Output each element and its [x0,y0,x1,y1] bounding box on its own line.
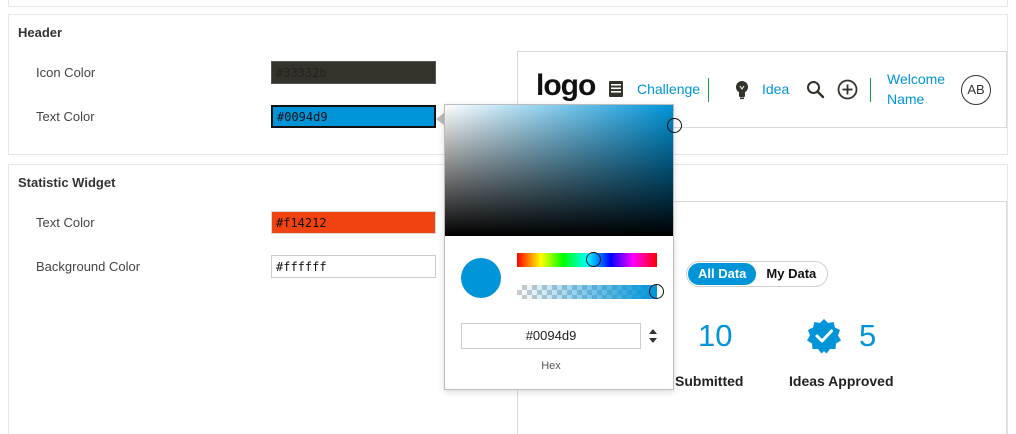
toggle-all-data[interactable]: All Data [688,263,757,285]
saturation-value-area[interactable] [445,105,673,236]
saturation-handle[interactable] [667,118,682,133]
alpha-slider[interactable] [517,285,657,299]
header-section-title: Header [18,25,63,40]
hue-handle[interactable] [586,252,601,267]
alpha-handle[interactable] [649,284,664,299]
verified-badge-icon [806,318,842,354]
icon-color-label: Icon Color [36,65,96,80]
stat-text-color-input[interactable]: #f14212 [271,211,436,234]
stat-text-color-label: Text Color [36,215,95,230]
stat-submitted-label: Submitted [675,373,744,389]
user-name-text[interactable]: Name [887,91,924,107]
nav-separator [870,78,871,102]
welcome-text[interactable]: Welcome [887,71,945,87]
add-circle-icon[interactable] [837,79,858,100]
hex-label: Hex [541,360,561,372]
idea-link[interactable]: Idea [762,81,789,97]
nav-separator [708,78,709,102]
icon-color-input[interactable]: #33332b [271,61,436,84]
lightbulb-icon[interactable] [734,80,750,100]
logo: logo [536,69,596,102]
picker-arrow [436,113,444,125]
current-color-preview [461,258,501,298]
previous-panel [8,0,1008,7]
challenge-link[interactable]: Challenge [637,81,700,97]
toggle-my-data[interactable]: My Data [756,263,826,285]
challenge-icon[interactable] [607,80,625,98]
stat-submitted-value: 10 [698,318,733,353]
text-color-label: Text Color [36,109,95,124]
data-scope-toggle: All Data My Data [686,261,829,287]
statistic-section-title: Statistic Widget [18,175,116,190]
stat-approved-value: 5 [859,318,877,353]
text-color-input[interactable]: #0094d9 [271,105,436,128]
background-color-label: Background Color [36,259,141,274]
search-icon[interactable] [806,80,825,99]
avatar[interactable]: AB [961,75,991,105]
background-color-input[interactable]: #ffffff [271,255,436,278]
hex-input[interactable]: #0094d9 [461,323,641,349]
format-toggle-icon[interactable] [648,326,658,346]
color-picker-popover: #0094d9 Hex [444,104,682,390]
stat-approved-label: Ideas Approved [789,373,894,389]
